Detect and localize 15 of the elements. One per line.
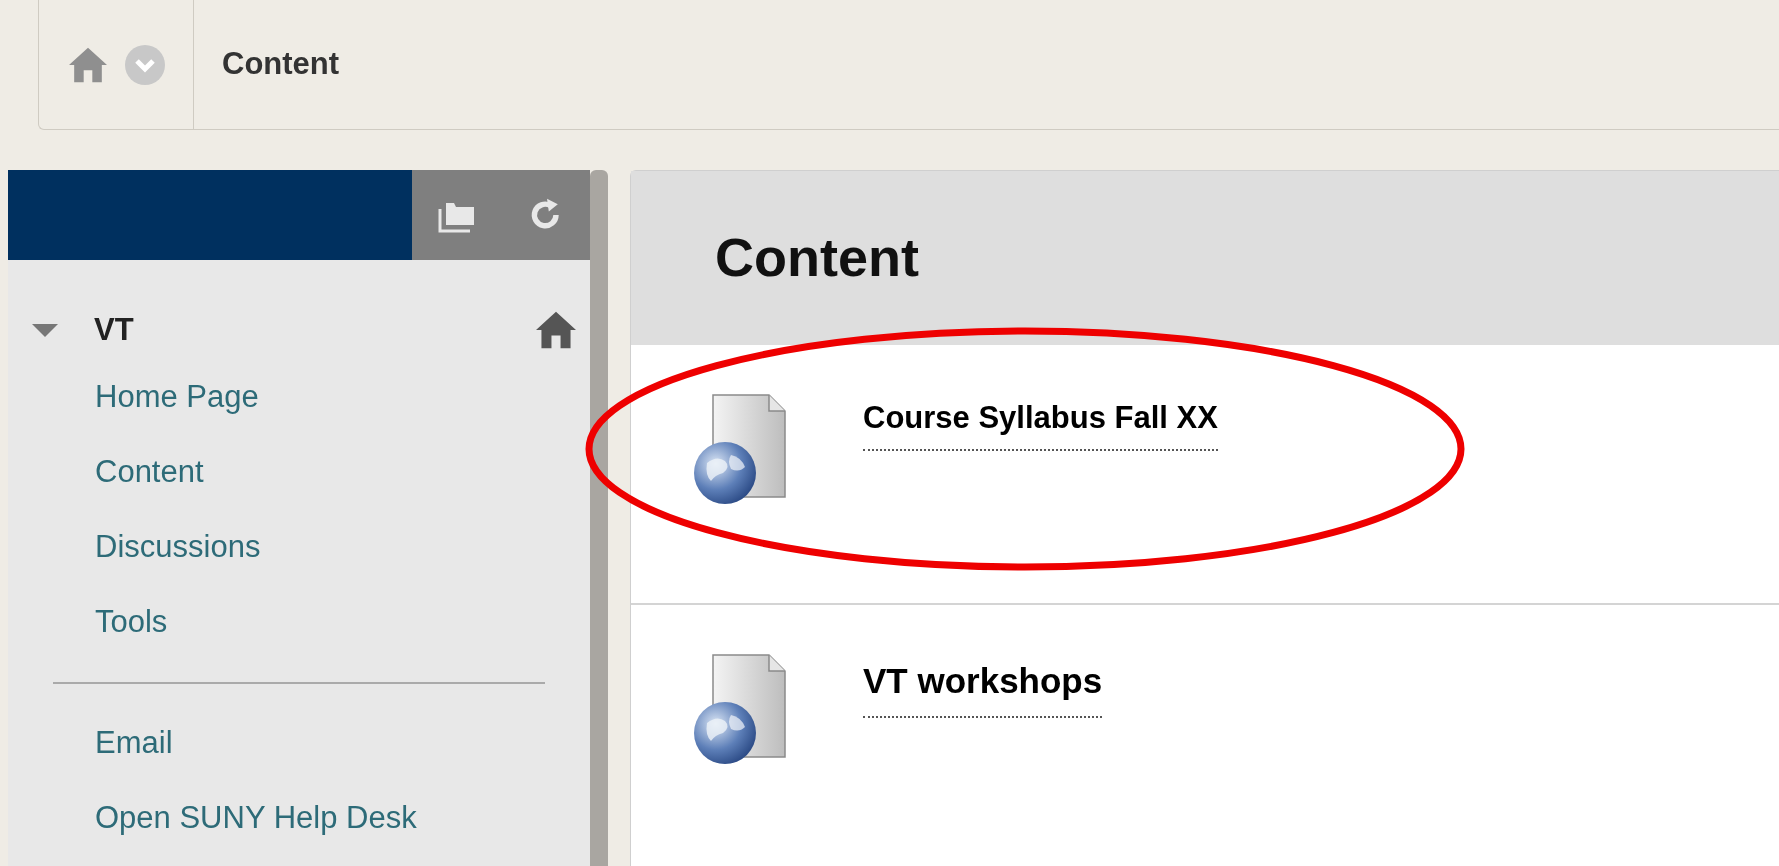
content-item-link[interactable]: VT workshops xyxy=(863,655,1103,718)
home-icon[interactable] xyxy=(534,310,578,350)
chevron-down-icon[interactable] xyxy=(125,44,165,85)
course-menu-link[interactable]: Open SUNY Help Desk xyxy=(95,795,417,842)
course-menu-link[interactable]: Tools xyxy=(95,599,168,646)
course-menu-link[interactable]: Home Page xyxy=(95,374,259,421)
course-menu-link[interactable]: Content xyxy=(95,449,204,496)
scrollbar[interactable] xyxy=(590,170,608,866)
course-menu-link[interactable]: Discussions xyxy=(95,524,261,571)
page-title: Content xyxy=(715,226,919,290)
breadcrumb-current: Content xyxy=(222,45,340,84)
home-icon[interactable] xyxy=(67,45,109,84)
course-menu-link[interactable]: Email xyxy=(95,720,173,767)
content-item-link[interactable]: Course Syllabus Fall XX xyxy=(863,394,1218,452)
course-title[interactable]: VT xyxy=(94,306,534,354)
